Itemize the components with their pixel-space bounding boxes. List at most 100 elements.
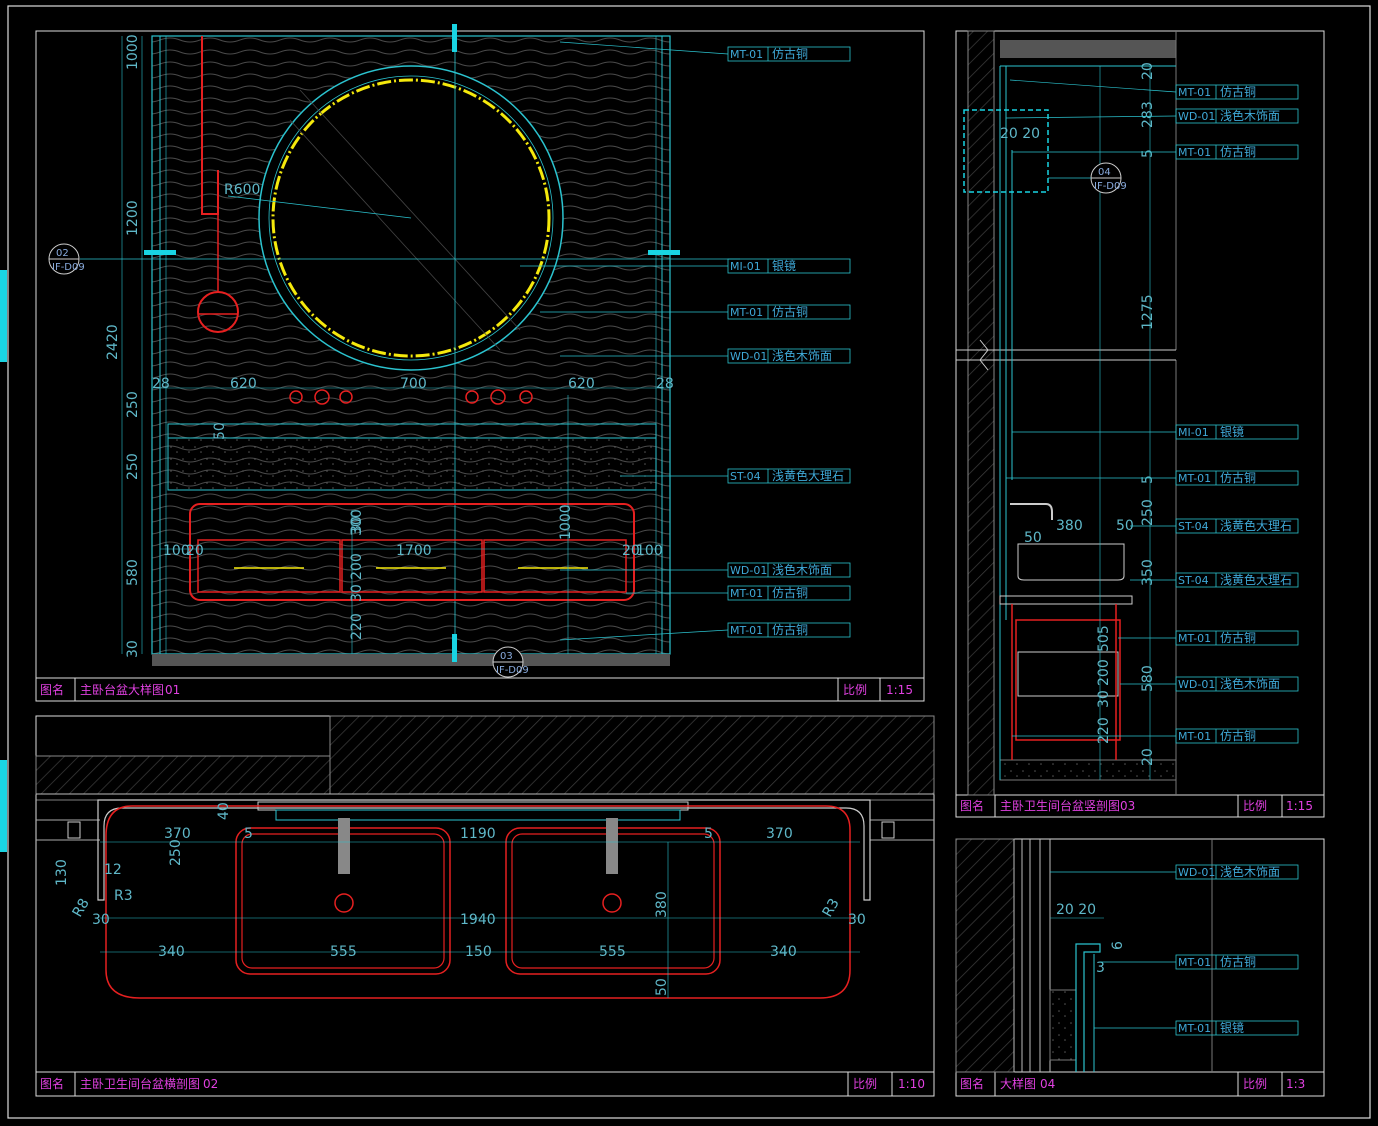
p02-number: 02 bbox=[203, 1077, 218, 1091]
svg-text:380: 380 bbox=[1056, 518, 1083, 534]
material-callout: ST-04 浅黄色大理石 bbox=[1175, 518, 1299, 534]
material-name: 仿古铜 bbox=[1220, 728, 1256, 743]
svg-text:6: 6 bbox=[1110, 941, 1126, 950]
svg-text:5: 5 bbox=[1140, 475, 1156, 484]
p02-title: 主卧卫生间台盆横剖图 bbox=[80, 1076, 200, 1091]
material-callout: MT-01 仿古铜 bbox=[727, 585, 851, 601]
material-callout: ST-04 浅黄色大理石 bbox=[727, 468, 851, 484]
p02-scale-label: 比例 bbox=[853, 1077, 877, 1091]
svg-text:130: 130 bbox=[54, 859, 70, 886]
p01-scale-label: 比例 bbox=[843, 683, 867, 697]
svg-text:200: 200 bbox=[1096, 659, 1112, 686]
svg-text:150: 150 bbox=[465, 944, 492, 960]
svg-text:1200: 1200 bbox=[125, 200, 141, 236]
panel-01-elevation[interactable]: 图名 主卧台盆大样图 01 比例 1:15 R600 1000 1200 242… bbox=[35, 24, 925, 702]
p01-title: 主卧台盆大样图 bbox=[80, 682, 164, 697]
p03-scale: 1:15 bbox=[1286, 799, 1313, 813]
material-callout: WD-01 浅色木饰面 bbox=[1175, 676, 1299, 692]
material-name: 仿古铜 bbox=[772, 304, 808, 319]
material-code: WD-01 bbox=[1178, 678, 1215, 691]
cad-drawing-sheet[interactable]: 图名 主卧台盆大样图 01 比例 1:15 R600 1000 1200 242… bbox=[0, 0, 1378, 1126]
svg-text:220: 220 bbox=[349, 613, 365, 640]
material-name: 仿古铜 bbox=[1220, 954, 1256, 969]
material-callout: MT-01 仿古铜 bbox=[727, 46, 851, 62]
material-callout: WD-01 浅色木饰面 bbox=[1175, 864, 1299, 880]
material-name: 仿古铜 bbox=[1220, 84, 1256, 99]
panel-03-vertical-section[interactable]: 图名 主卧卫生间台盆竖剖图 03 比例 1:15 20 283 5 20 20 … bbox=[955, 30, 1325, 818]
material-callout: MT-01 仿古铜 bbox=[1175, 630, 1299, 646]
material-callout: MT-01 仿古铜 bbox=[727, 304, 851, 320]
p04-scale: 1:3 bbox=[1286, 1077, 1305, 1091]
material-name: 仿古铜 bbox=[1220, 144, 1256, 159]
material-callout: MT-01 仿古铜 bbox=[1175, 84, 1299, 100]
material-code: ST-04 bbox=[1178, 574, 1209, 587]
svg-text:250: 250 bbox=[168, 839, 184, 866]
wall-hatch-section bbox=[967, 30, 995, 796]
drain-left bbox=[334, 893, 354, 913]
panel-04-detail[interactable]: 图名 大样图 04 比例 1:3 20 20 6 3 WD-01 浅色木饰面 MT-… bbox=[955, 838, 1325, 1097]
material-code: WD-01 bbox=[730, 350, 767, 363]
svg-text:12: 12 bbox=[104, 862, 122, 878]
material-name: 仿古铜 bbox=[1220, 470, 1256, 485]
p03-dims: 20 283 5 20 20 1275 5 250 380 50 50 350 … bbox=[1000, 62, 1156, 766]
p03-material-callouts: MT-01 仿古铜 WD-01 浅色木饰面 MT-01 仿古铜 MI-01 银镜 MT-01 仿古… bbox=[1175, 84, 1299, 744]
material-code: ST-04 bbox=[730, 470, 761, 483]
svg-text:1000: 1000 bbox=[558, 504, 574, 540]
svg-text:1940: 1940 bbox=[460, 912, 496, 928]
mirror-radius: R600 bbox=[224, 182, 260, 198]
material-code: MI-01 bbox=[1178, 426, 1209, 439]
svg-text:350: 350 bbox=[1140, 559, 1156, 586]
material-name: 仿古铜 bbox=[772, 622, 808, 637]
panel-02-plan-section[interactable]: 图名 主卧卫生间台盆横剖图 02 比例 1:10 370 1190 370 40… bbox=[35, 715, 935, 1097]
material-callout: WD-01 浅色木饰面 bbox=[727, 348, 851, 364]
p01-material-callouts: MT-01 仿古铜 MI-01 银镜 MT-01 仿古铜 WD-01 浅色木饰面 ST-04 浅黄… bbox=[727, 46, 851, 638]
material-name: 浅色木饰面 bbox=[1220, 865, 1280, 879]
p04-material-callouts: WD-01 浅色木饰面 MT-01 仿古铜 MT-01 银镜 bbox=[1175, 864, 1299, 1036]
wall-hatch-detail bbox=[955, 838, 1015, 1073]
section-bubble-04[interactable]: 04 IF-D09 bbox=[1048, 162, 1127, 194]
svg-text:3: 3 bbox=[1096, 960, 1105, 976]
svg-text:250: 250 bbox=[1140, 499, 1156, 526]
svg-text:555: 555 bbox=[599, 944, 626, 960]
material-name: 浅黄色大理石 bbox=[1220, 519, 1292, 533]
p03-title-label: 图名 bbox=[960, 798, 984, 813]
material-code: MT-01 bbox=[1178, 86, 1211, 99]
material-name: 银镜 bbox=[1220, 1020, 1244, 1035]
p03-title: 主卧卫生间台盆竖剖图 bbox=[1000, 798, 1120, 813]
svg-text:04: 04 bbox=[1098, 167, 1111, 178]
svg-text:30: 30 bbox=[125, 640, 141, 658]
material-code: MT-01 bbox=[730, 624, 763, 637]
p02-title-label: 图名 bbox=[40, 1076, 64, 1091]
material-name: 浅黄色大理石 bbox=[772, 469, 844, 483]
svg-text:20: 20 bbox=[186, 543, 204, 559]
p03-number: 03 bbox=[1120, 799, 1135, 813]
svg-text:100: 100 bbox=[636, 543, 663, 559]
section-bubble-02[interactable]: 02 IF-D09 bbox=[48, 243, 85, 275]
svg-text:5: 5 bbox=[1140, 149, 1156, 158]
material-callout: MT-01 银镜 bbox=[1175, 1020, 1299, 1036]
material-name: 仿古铜 bbox=[1220, 630, 1256, 645]
svg-text:50: 50 bbox=[654, 978, 670, 996]
p02-dims: 370 1190 370 40 5 5 250 130 12 R3 R8 R3 … bbox=[54, 802, 866, 996]
svg-text:283: 283 bbox=[1140, 101, 1156, 128]
material-callout: WD-01 浅色木饰面 bbox=[727, 562, 851, 578]
spout-left bbox=[338, 818, 350, 874]
svg-text:340: 340 bbox=[158, 944, 185, 960]
p01-number: 01 bbox=[165, 683, 180, 697]
svg-text:02: 02 bbox=[56, 248, 69, 259]
svg-text:1000: 1000 bbox=[125, 34, 141, 70]
material-callout: MT-01 仿古铜 bbox=[1175, 470, 1299, 486]
svg-text:1275: 1275 bbox=[1140, 294, 1156, 330]
svg-text:5: 5 bbox=[244, 826, 253, 842]
material-callout: MT-01 仿古铜 bbox=[1175, 728, 1299, 744]
material-name: 仿古铜 bbox=[772, 585, 808, 600]
svg-text:580: 580 bbox=[125, 559, 141, 586]
svg-text:2420: 2420 bbox=[105, 324, 121, 360]
p04-title: 大样图 bbox=[1000, 1076, 1036, 1091]
material-callout: WD-01 浅色木饰面 bbox=[1175, 108, 1299, 124]
wall-hatch-left bbox=[35, 755, 331, 795]
svg-text:340: 340 bbox=[770, 944, 797, 960]
material-callout: MT-01 仿古铜 bbox=[727, 622, 851, 638]
material-code: WD-01 bbox=[1178, 110, 1215, 123]
material-callout: MT-01 仿古铜 bbox=[1175, 954, 1299, 970]
